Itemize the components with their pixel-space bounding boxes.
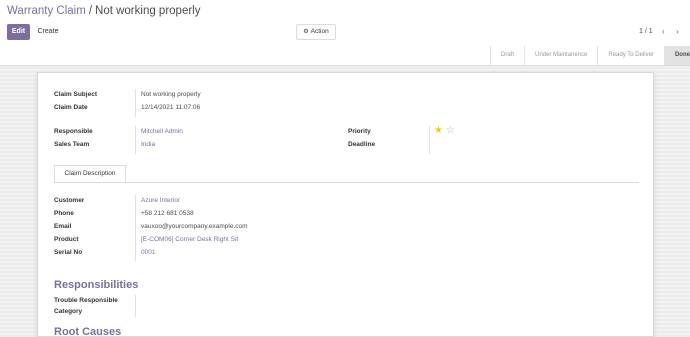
priority-star-filled-icon[interactable]: ★ [434,126,443,136]
claim-subject-label: Claim Subject [54,91,97,98]
action-label: Action [310,28,329,35]
sales-team-value-link[interactable]: India [141,141,155,148]
stage-ready-to-deliver[interactable]: Ready To Deliver [597,46,664,65]
phone-label: Phone [54,210,74,217]
tab-claim-description[interactable]: Claim Description [54,165,126,183]
root-causes-heading: Root Causes [54,326,122,337]
responsible-label: Responsible [54,128,93,135]
breadcrumb-separator: / [88,5,93,17]
phone-value: +58 212 681 0538 [141,210,194,217]
gear-icon: ⚙ [303,29,309,35]
serial-no-value-link[interactable]: 0001 [141,249,155,256]
field-divider [135,126,136,154]
serial-no-label: Serial No [54,249,83,256]
status-bar: Draft Under Maintanence Ready To Deliver… [490,46,690,65]
control-panel: Warranty Claim / Not working properly Edit… [0,0,690,66]
breadcrumb-parent-link[interactable]: Warranty Claim [7,5,86,17]
chevron-right-icon[interactable]: › [676,27,679,36]
field-divider [135,195,136,261]
trouble-category-label: Category [54,308,83,315]
deadline-label: Deadline [348,141,376,148]
pager-value[interactable]: 1 / 1 [639,28,653,35]
trouble-responsible-label: Trouble Responsible [54,297,118,304]
stage-draft[interactable]: Draft [490,46,525,65]
product-label: Product [54,236,79,243]
edit-button[interactable]: Edit [7,24,30,40]
field-divider [429,126,430,154]
customer-label: Customer [54,197,85,204]
stage-done[interactable]: Done [663,46,690,65]
responsibilities-heading: Responsibilities [54,279,139,291]
stage-under-maintanence[interactable]: Under Maintanence [524,46,598,65]
create-button[interactable]: Create [33,24,63,40]
priority-label: Priority [348,128,371,135]
form-sheet: Claim Subject Not working properly Claim… [37,72,654,337]
sales-team-label: Sales Team [54,141,90,148]
claim-date-value: 12/14/2021 11:07:06 [141,104,201,111]
email-label: Email [54,223,72,230]
tab-divider [54,182,639,183]
field-divider [135,295,136,317]
responsible-value-link[interactable]: Mitchell Admin [141,128,183,135]
breadcrumb-current: Not working properly [95,5,201,17]
claim-date-label: Claim Date [54,104,88,111]
customer-value-link[interactable]: Azure Interior [141,197,180,204]
field-divider [135,89,136,117]
chevron-left-icon[interactable]: ‹ [662,27,665,36]
product-value-link[interactable]: [E-COM06] Corner Desk Right Sit [141,236,238,243]
claim-subject-value: Not working properly [141,91,201,98]
action-dropdown-button[interactable]: ⚙ Action [296,24,336,40]
priority-star-empty-icon[interactable]: ☆ [446,126,455,136]
email-value: vauxoo@yourcompany.example.com [141,223,248,230]
breadcrumb: Warranty Claim / Not working properly [7,5,200,17]
